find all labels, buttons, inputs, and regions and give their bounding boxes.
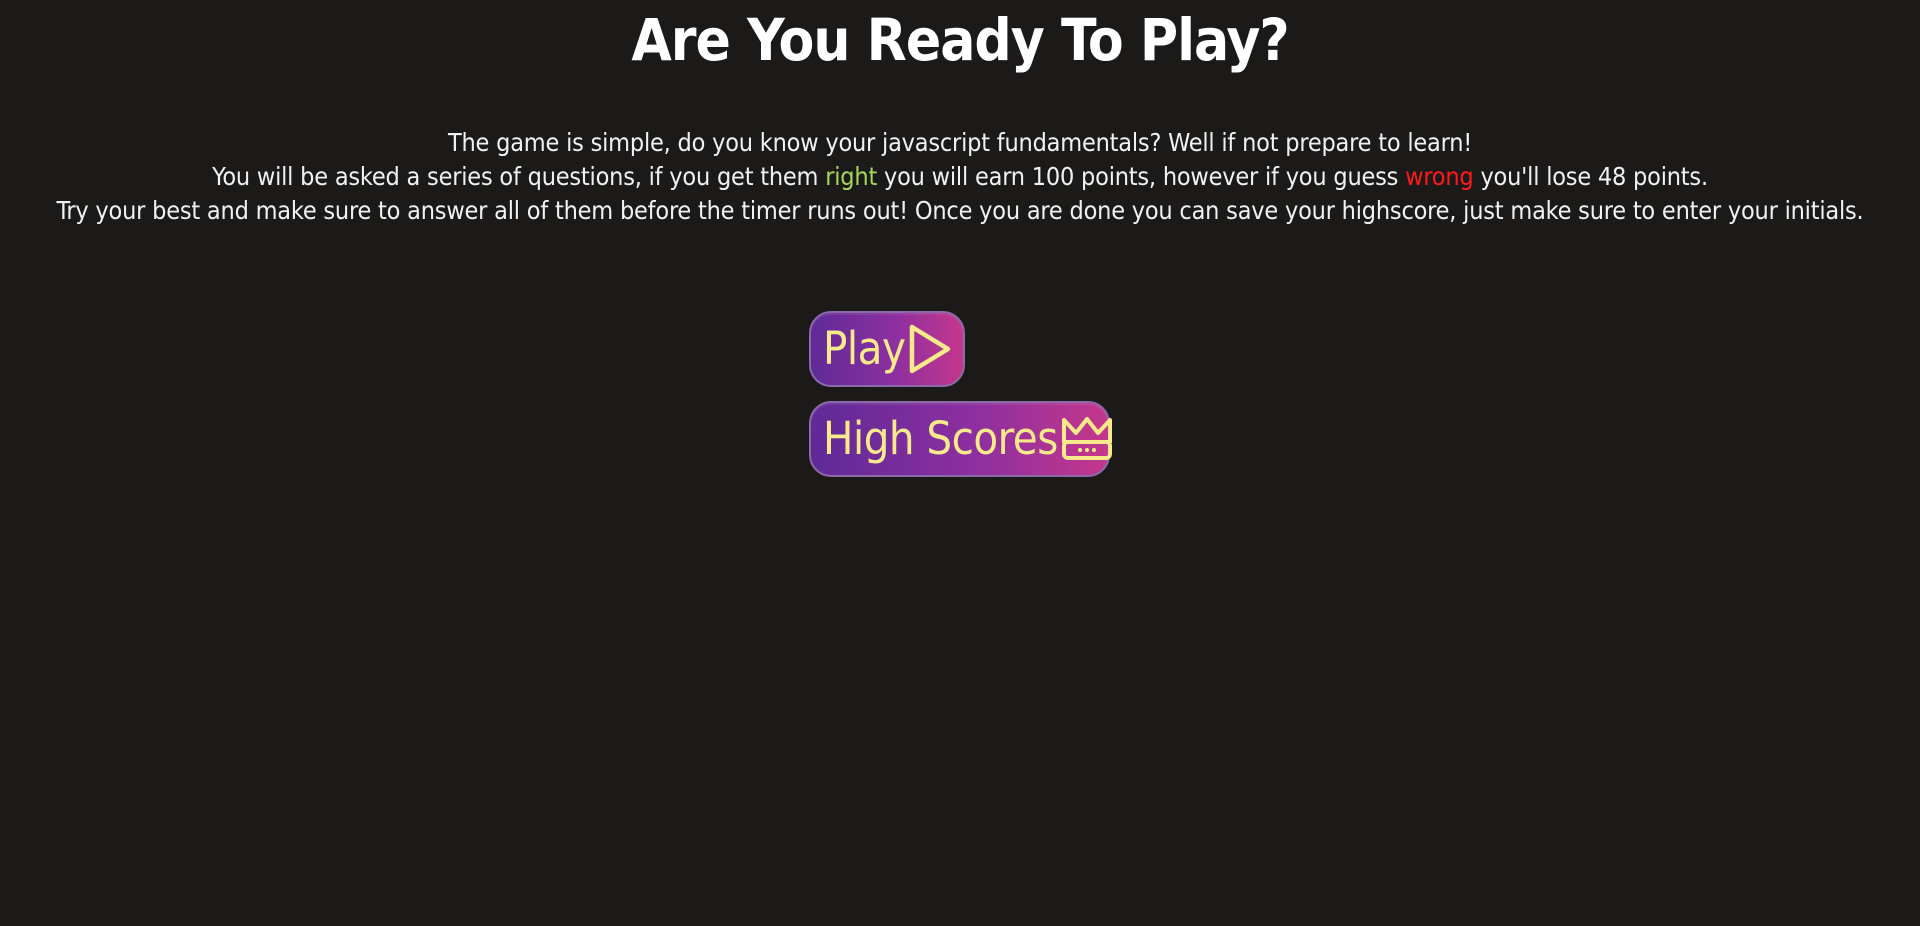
instructions-line-2-end: you'll lose 48 points. [1473,162,1708,191]
page-title: Are You Ready To Play? [631,6,1289,74]
high-scores-button-label: High Scores [823,412,1058,465]
instructions-line-2: You will be asked a series of questions,… [36,160,1884,194]
play-icon [907,323,953,375]
high-scores-button[interactable]: High Scores [809,401,1112,477]
play-button-label: Play [823,322,906,375]
crown-icon [1060,414,1114,464]
instructions-line-2-middle: you will earn 100 points, however if you… [877,162,1406,191]
instructions-line-1: The game is simple, do you know your jav… [447,128,1473,157]
wrong-highlight: wrong [1405,162,1474,191]
play-button[interactable]: Play [809,311,965,387]
instructions: The game is simple, do you know your jav… [36,126,1884,228]
right-highlight: right [825,162,878,191]
instructions-line-2-start: You will be asked a series of questions,… [212,162,826,191]
start-screen: Are You Ready To Play? The game is simpl… [0,0,1920,926]
instructions-line-3: Try your best and make sure to answer al… [56,196,1864,225]
